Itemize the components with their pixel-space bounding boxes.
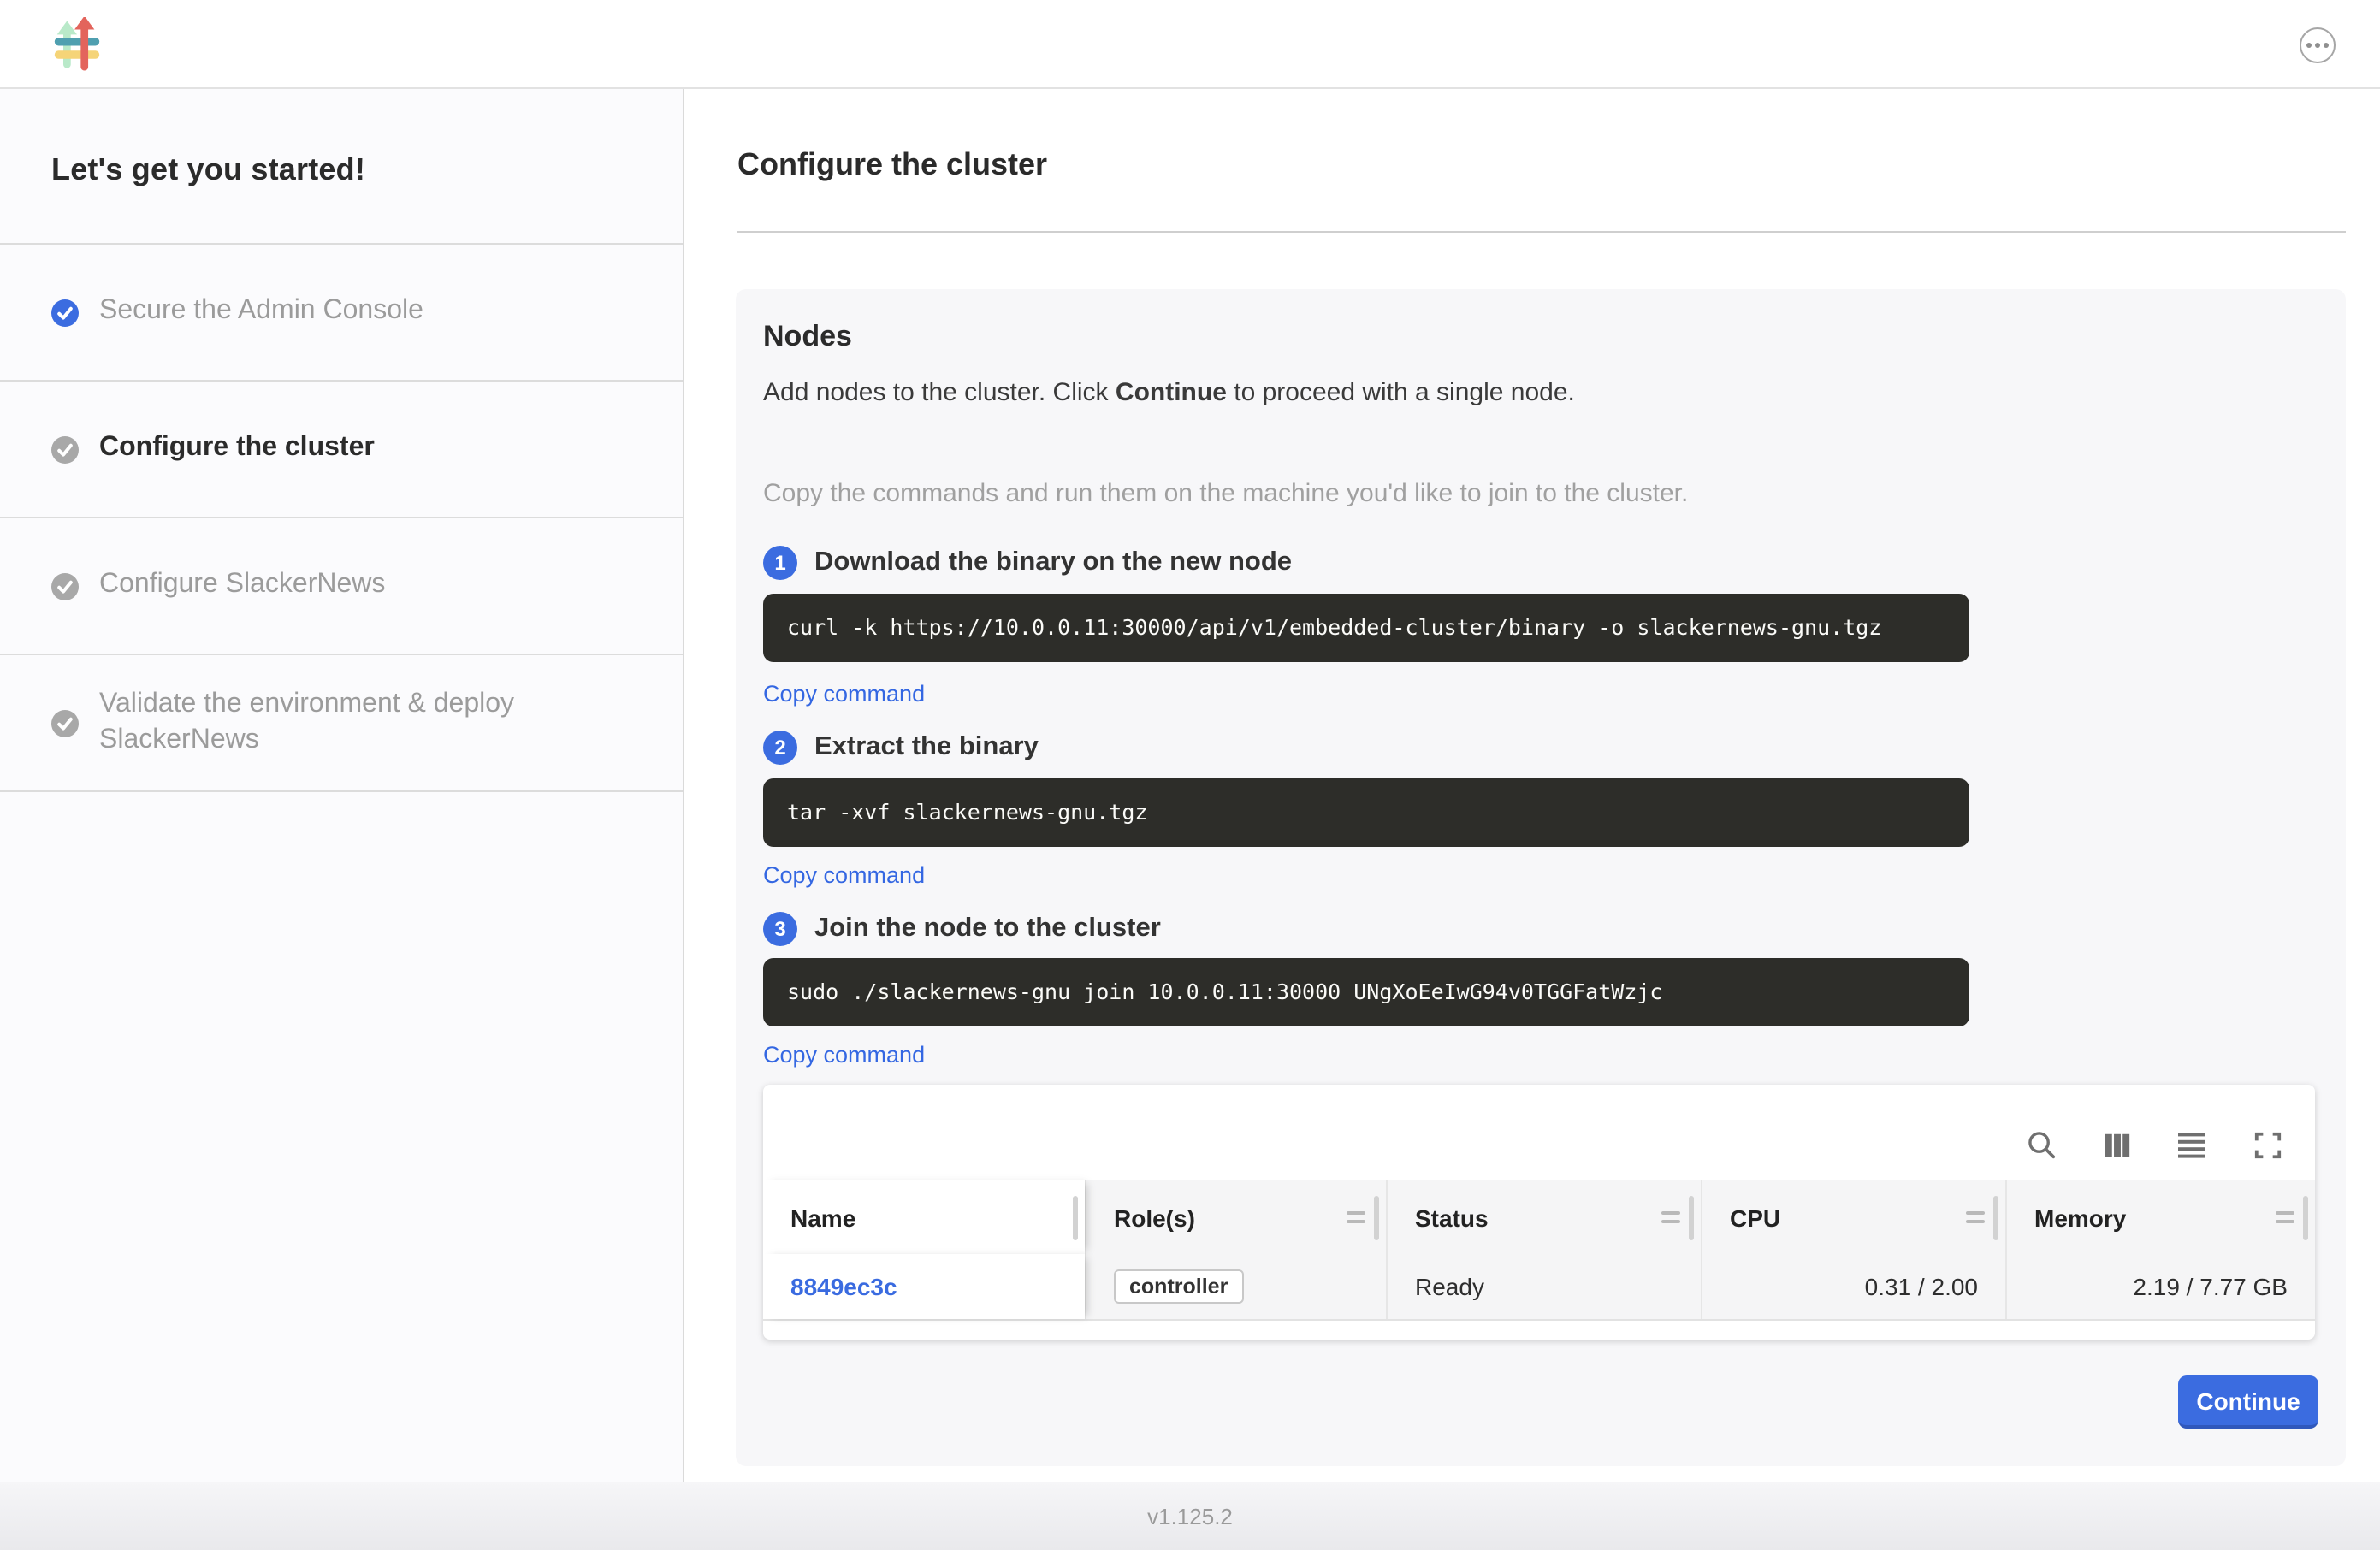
- sidebar-item-label: Validate the environment & deploy Slacke…: [99, 687, 611, 758]
- step-2-number-badge: 2: [763, 731, 797, 765]
- footer: v1.125.2: [0, 1482, 2380, 1550]
- node-status-cell: Ready: [1386, 1254, 1701, 1319]
- table-header-row: Name Role(s) Status CPU: [763, 1180, 2315, 1254]
- column-header-label: Memory: [2034, 1204, 2126, 1231]
- more-options-button[interactable]: [2300, 27, 2336, 63]
- sidebar-item-configure-slackernews: Configure SlackerNews: [0, 518, 683, 655]
- column-header-label: Name: [790, 1204, 855, 1231]
- step-3-header: 3 Join the node to the cluster: [763, 912, 2313, 946]
- step-2-header: 2 Extract the binary: [763, 731, 2313, 765]
- sidebar-item-validate-deploy: Validate the environment & deploy Slacke…: [0, 655, 683, 792]
- title-divider: [737, 231, 2346, 233]
- nodes-description: Add nodes to the cluster. Click Continue…: [763, 378, 2313, 407]
- column-header-roles[interactable]: Role(s): [1085, 1180, 1386, 1254]
- column-resize-handle[interactable]: [2302, 1195, 2308, 1239]
- sidebar-item-configure-cluster: Configure the cluster: [0, 382, 683, 518]
- column-resize-handle[interactable]: [1072, 1195, 1078, 1239]
- step-complete-icon: [51, 299, 79, 326]
- column-drag-handle[interactable]: [1965, 1211, 1984, 1223]
- step-1-header: 1 Download the binary on the new node: [763, 546, 2313, 580]
- step-pending-icon: [51, 572, 79, 600]
- setup-steps-sidebar: Let's get you started! Secure the Admin …: [0, 89, 684, 1482]
- step-3-number-badge: 3: [763, 912, 797, 946]
- sidebar-item-label: Configure the cluster: [99, 431, 375, 467]
- nodes-heading: Nodes: [763, 320, 2313, 354]
- node-cpu-cell: 0.31 / 2.00: [1701, 1254, 2005, 1319]
- sidebar-item-label: Configure SlackerNews: [99, 568, 385, 604]
- description-bold: Continue: [1116, 378, 1227, 407]
- sidebar-item-label: Secure the Admin Console: [99, 294, 423, 330]
- continue-button[interactable]: Continue: [2178, 1375, 2318, 1429]
- card-actions: Continue: [763, 1375, 2313, 1429]
- node-name-link[interactable]: 8849ec3c: [790, 1273, 897, 1300]
- step-pending-icon: [51, 709, 79, 737]
- step-1-title: Download the binary on the new node: [814, 547, 1292, 578]
- slackernews-logo-icon: [50, 17, 104, 72]
- column-drag-handle[interactable]: [2275, 1211, 2294, 1223]
- nodes-card: Nodes Add nodes to the cluster. Click Co…: [736, 289, 2346, 1466]
- copy-commands-hint: Copy the commands and run them on the ma…: [763, 479, 2313, 508]
- main-content: Configure the cluster Nodes Add nodes to…: [686, 89, 2380, 1482]
- column-resize-handle[interactable]: [1688, 1195, 1694, 1239]
- sidebar-title: Let's get you started!: [0, 89, 683, 245]
- column-header-label: CPU: [1730, 1204, 1780, 1231]
- column-header-name[interactable]: Name: [763, 1180, 1085, 1254]
- step-2-copy-command-link[interactable]: Copy command: [763, 862, 925, 888]
- column-drag-handle[interactable]: [1661, 1211, 1679, 1223]
- nodes-table-container: Name Role(s) Status CPU: [763, 1085, 2315, 1340]
- column-resize-handle[interactable]: [1992, 1195, 1998, 1239]
- step-1-number-badge: 1: [763, 546, 797, 580]
- node-memory-cell: 2.19 / 7.77 GB: [2005, 1254, 2315, 1319]
- step-2-command-code: tar -xvf slackernews-gnu.tgz: [763, 778, 1969, 847]
- step-3-command-code: sudo ./slackernews-gnu join 10.0.0.11:30…: [763, 958, 1969, 1026]
- toggle-fullscreen-icon[interactable]: [2250, 1127, 2284, 1162]
- step-pending-icon: [51, 435, 79, 463]
- node-name-cell: 8849ec3c: [763, 1254, 1085, 1319]
- page-title: Configure the cluster: [737, 147, 2380, 183]
- column-header-cpu[interactable]: CPU: [1701, 1180, 2005, 1254]
- step-1-copy-command-link[interactable]: Copy command: [763, 681, 925, 707]
- search-icon[interactable]: [2024, 1127, 2058, 1162]
- top-bar: [0, 0, 2380, 89]
- show-hide-columns-icon[interactable]: [2099, 1127, 2134, 1162]
- description-text: Add nodes to the cluster. Click: [763, 378, 1116, 407]
- column-drag-handle[interactable]: [1346, 1211, 1365, 1223]
- table-row: 8849ec3c controller Ready 0.31 / 2.00 2.…: [763, 1254, 2315, 1321]
- column-header-label: Status: [1415, 1204, 1489, 1231]
- step-1-command-code: curl -k https://10.0.0.11:30000/api/v1/e…: [763, 594, 1969, 662]
- table-toolbar: [763, 1085, 2315, 1180]
- column-header-label: Role(s): [1114, 1204, 1195, 1231]
- node-roles-cell: controller: [1085, 1254, 1386, 1319]
- toggle-density-icon[interactable]: [2175, 1127, 2209, 1162]
- column-resize-handle[interactable]: [1373, 1195, 1379, 1239]
- step-3-copy-command-link[interactable]: Copy command: [763, 1042, 925, 1068]
- version-label: v1.125.2: [1147, 1503, 1233, 1529]
- role-badge: controller: [1114, 1269, 1243, 1304]
- column-header-status[interactable]: Status: [1386, 1180, 1701, 1254]
- description-text: to proceed with a single node.: [1227, 378, 1575, 407]
- step-3-title: Join the node to the cluster: [814, 914, 1161, 944]
- step-2-title: Extract the binary: [814, 732, 1039, 763]
- column-header-memory[interactable]: Memory: [2005, 1180, 2315, 1254]
- sidebar-item-secure-admin-console: Secure the Admin Console: [0, 245, 683, 382]
